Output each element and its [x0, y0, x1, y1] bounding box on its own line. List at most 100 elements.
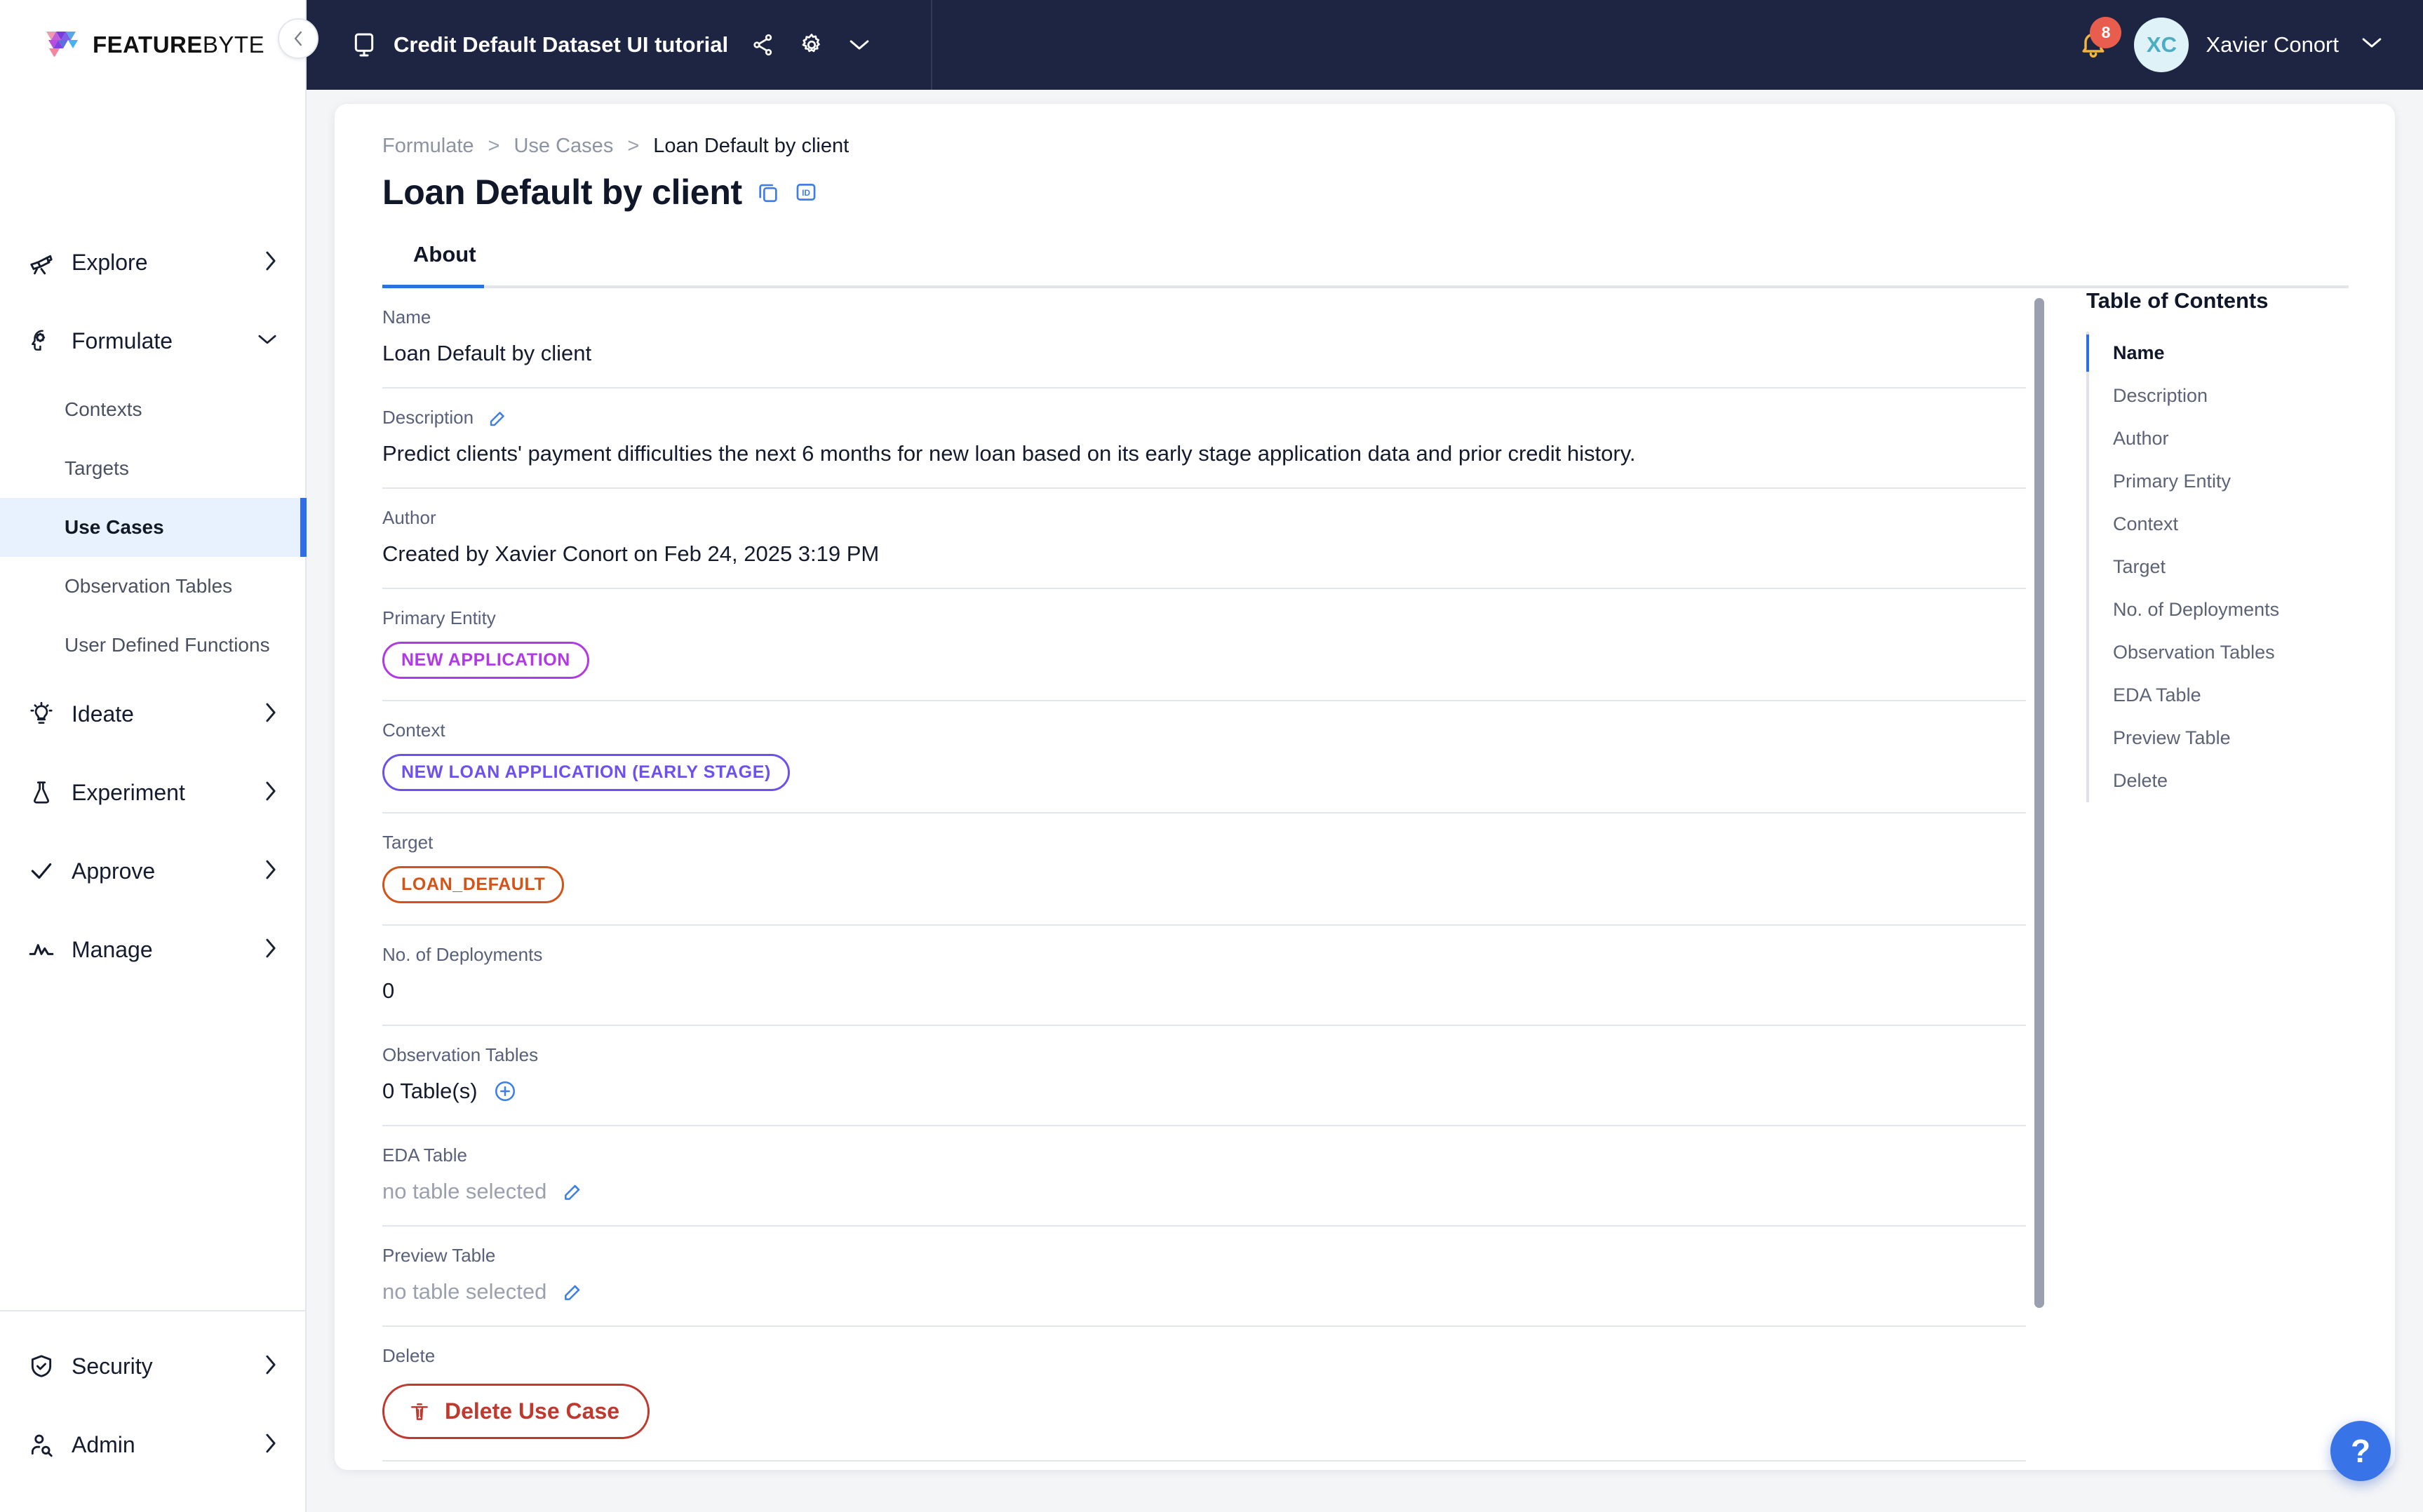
- breadcrumb: Formulate > Use Cases > Loan Default by …: [382, 135, 2349, 158]
- toc-item-eda-table[interactable]: EDA Table: [2089, 674, 2349, 717]
- topbar-right: 8 XC Xavier Conort: [2078, 0, 2384, 90]
- sidebar-item-explore[interactable]: Explore: [0, 223, 305, 302]
- toc-item-name[interactable]: Name: [2086, 332, 2349, 374]
- toc-item-preview-table[interactable]: Preview Table: [2089, 717, 2349, 760]
- field-label: Preview Table: [382, 1245, 2026, 1267]
- field-name: Name Loan Default by client: [382, 288, 2026, 389]
- user-menu-chevron-down-icon[interactable]: [2360, 34, 2384, 56]
- edit-icon[interactable]: [562, 1281, 584, 1303]
- toc-item-description[interactable]: Description: [2089, 374, 2349, 417]
- field-target: Target LOAN_DEFAULT: [382, 814, 2026, 926]
- chevron-right-icon: [263, 936, 278, 963]
- content-scrollbar[interactable]: [2034, 298, 2044, 1308]
- sidebar-item-manage[interactable]: Manage: [0, 910, 305, 989]
- toc-item-delete[interactable]: Delete: [2089, 760, 2349, 802]
- toc-item-context[interactable]: Context: [2089, 503, 2349, 546]
- target-pill[interactable]: LOAN_DEFAULT: [382, 866, 565, 903]
- field-value-text: 0 Table(s): [382, 1079, 478, 1103]
- breadcrumb-item-use-cases[interactable]: Use Cases: [514, 135, 613, 158]
- field-value: Delete Use Case: [382, 1379, 2026, 1439]
- tab-about[interactable]: About: [382, 238, 507, 285]
- field-primary-entity: Primary Entity NEW APPLICATION: [382, 589, 2026, 701]
- field-value-text: Loan Default by client: [382, 341, 592, 365]
- field-label: Description: [382, 407, 2026, 428]
- field-label: Delete: [382, 1345, 2026, 1367]
- chevron-right-icon: [263, 779, 278, 806]
- delete-use-case-button[interactable]: Delete Use Case: [382, 1384, 650, 1439]
- share-icon[interactable]: [751, 32, 776, 58]
- avatar[interactable]: XC: [2134, 18, 2189, 72]
- head-gear-icon: [28, 328, 65, 354]
- field-value-text: Created by Xavier Conort on Feb 24, 2025…: [382, 541, 880, 566]
- sidebar-item-label: Observation Tables: [65, 575, 233, 597]
- sidebar-item-user-defined-functions[interactable]: User Defined Functions: [0, 616, 305, 675]
- field-label: No. of Deployments: [382, 944, 2026, 966]
- sidebar-item-security[interactable]: Security: [0, 1327, 305, 1405]
- sidebar-item-experiment[interactable]: Experiment: [0, 753, 305, 832]
- sidebar-item-ideate[interactable]: Ideate: [0, 675, 305, 753]
- toc-item-author[interactable]: Author: [2089, 417, 2349, 460]
- sidebar-item-formulate[interactable]: Formulate: [0, 302, 305, 380]
- field-label-text: Context: [382, 720, 445, 741]
- help-button[interactable]: ?: [2330, 1421, 2391, 1481]
- main-area: Credit Default Dataset UI tutorial 8 XC …: [278, 0, 2423, 1512]
- fields-panel: Name Loan Default by client Description: [382, 288, 2054, 1462]
- user-search-icon: [28, 1431, 65, 1458]
- sidebar-item-admin[interactable]: Admin: [0, 1405, 305, 1484]
- breadcrumb-item-formulate[interactable]: Formulate: [382, 135, 474, 158]
- toc-item-target[interactable]: Target: [2089, 546, 2349, 588]
- field-value-text: no table selected: [382, 1279, 547, 1304]
- content-card: Formulate > Use Cases > Loan Default by …: [335, 104, 2395, 1470]
- sidebar-item-use-cases[interactable]: Use Cases: [0, 498, 307, 557]
- breadcrumb-separator: >: [488, 135, 500, 157]
- content-wrap: Name Loan Default by client Description: [382, 288, 2349, 1462]
- id-badge-icon[interactable]: ID: [794, 180, 818, 204]
- sidebar-item-observation-tables[interactable]: Observation Tables: [0, 557, 305, 616]
- field-value: no table selected: [382, 1279, 2026, 1304]
- field-label-text: No. of Deployments: [382, 944, 543, 965]
- field-label-text: Name: [382, 306, 431, 328]
- sidebar-item-label: Contexts: [65, 398, 142, 420]
- workspace-title: Credit Default Dataset UI tutorial: [394, 32, 729, 57]
- collapse-sidebar-button[interactable]: [278, 18, 318, 59]
- field-label-text: EDA Table: [382, 1145, 467, 1166]
- trash-icon: [408, 1400, 431, 1423]
- field-label: EDA Table: [382, 1145, 2026, 1166]
- gear-icon[interactable]: [798, 32, 825, 58]
- sidebar-item-label: User Defined Functions: [65, 634, 270, 656]
- copy-icon[interactable]: [756, 180, 780, 204]
- toc-title: Table of Contents: [2086, 288, 2269, 313]
- sidebar-item-label: Approve: [72, 858, 156, 884]
- field-description: Description Predict clients' payment dif…: [382, 389, 2026, 489]
- toc-item-observation-tables[interactable]: Observation Tables: [2089, 631, 2349, 674]
- field-label-text: Target: [382, 832, 434, 853]
- brand-logo[interactable]: FEATUREBYTE: [0, 0, 305, 90]
- toc-item-primary-entity[interactable]: Primary Entity: [2089, 460, 2349, 503]
- field-value: NEW APPLICATION: [382, 642, 2026, 679]
- edit-icon[interactable]: [562, 1180, 584, 1203]
- field-value: NEW LOAN APPLICATION (EARLY STAGE): [382, 754, 2026, 791]
- edit-icon[interactable]: [488, 407, 509, 428]
- primary-nav: Explore Formulate Contexts Targets Use C…: [0, 223, 307, 1310]
- toc-item-no-of-deployments[interactable]: No. of Deployments: [2089, 588, 2349, 631]
- workspace-chevron-down-icon[interactable]: [847, 36, 871, 53]
- sidebar-item-label: Explore: [72, 249, 148, 275]
- plus-circle-icon[interactable]: [493, 1079, 517, 1103]
- chevron-right-icon: [263, 1353, 278, 1379]
- sidebar-item-targets[interactable]: Targets: [0, 439, 305, 498]
- field-label: Name: [382, 306, 2026, 328]
- check-icon: [28, 858, 65, 884]
- scrollbar-thumb[interactable]: [2034, 298, 2044, 1308]
- monitor-icon: [350, 31, 378, 59]
- sidebar-item-approve[interactable]: Approve: [0, 832, 305, 910]
- field-preview-table: Preview Table no table selected: [382, 1227, 2026, 1327]
- notifications-button[interactable]: 8: [2078, 16, 2122, 62]
- field-context: Context NEW LOAN APPLICATION (EARLY STAG…: [382, 701, 2026, 814]
- entity-pill[interactable]: NEW APPLICATION: [382, 642, 589, 679]
- field-label: Primary Entity: [382, 607, 2026, 629]
- sidebar-item-contexts[interactable]: Contexts: [0, 380, 305, 439]
- shield-check-icon: [28, 1353, 65, 1379]
- delete-use-case-label: Delete Use Case: [445, 1398, 620, 1424]
- sidebar-item-label: Manage: [72, 936, 153, 962]
- context-pill[interactable]: NEW LOAN APPLICATION (EARLY STAGE): [382, 754, 790, 791]
